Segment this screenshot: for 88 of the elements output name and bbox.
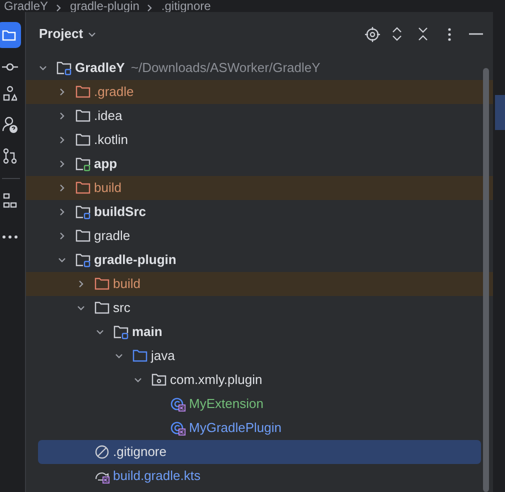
tree-row[interactable]: build (26, 176, 493, 200)
item-label: build (113, 275, 140, 294)
chevron-right-icon (147, 4, 154, 12)
item-label: gradle-plugin (94, 251, 176, 270)
tree-row[interactable]: MyExtension (26, 392, 493, 416)
chevron-right-icon[interactable] (57, 111, 67, 121)
people-question-icon[interactable] (2, 116, 18, 134)
chevron-right-icon[interactable] (57, 207, 67, 217)
tree-row[interactable]: main (26, 320, 493, 344)
source-folder-icon (132, 348, 148, 364)
structure-icon[interactable] (2, 193, 16, 209)
chevron-down-icon[interactable] (95, 327, 105, 337)
tree-row[interactable]: buildSrc (26, 200, 493, 224)
chevron-down-icon[interactable] (57, 255, 67, 265)
item-label: GradleY (75, 59, 125, 78)
chevron-down-icon[interactable] (76, 303, 86, 313)
item-label: MyExtension (189, 395, 264, 414)
tree-row[interactable]: MyGradlePlugin (26, 416, 493, 440)
item-label: com.xmly.plugin (170, 371, 262, 390)
tree-row[interactable]: .idea (26, 104, 493, 128)
item-label: .idea (94, 107, 122, 126)
ignore-file-icon (94, 444, 110, 460)
item-label: MyGradlePlugin (189, 419, 282, 438)
chevron-right-icon[interactable] (57, 159, 67, 169)
folder-icon (75, 228, 91, 244)
editor-marker (495, 95, 505, 130)
package-icon (151, 372, 167, 388)
module-folder-icon (113, 324, 129, 340)
shapes-icon[interactable] (2, 86, 16, 102)
chevron-down-icon[interactable] (133, 375, 143, 385)
folder-icon (94, 300, 110, 316)
tree-row[interactable]: .kotlin (26, 128, 493, 152)
locate-icon[interactable] (365, 26, 380, 42)
chevron-down-icon[interactable] (88, 32, 96, 36)
expand-all-icon[interactable] (392, 27, 402, 41)
folder-icon (75, 108, 91, 124)
module-folder-icon (75, 156, 91, 172)
tree-row[interactable]: build.gradle.kts (26, 464, 493, 488)
module-folder-icon (75, 204, 91, 220)
tree-row[interactable]: build (26, 272, 493, 296)
tree-row[interactable]: .gitignore (38, 440, 481, 464)
scrollbar[interactable] (483, 68, 489, 492)
panel-title[interactable]: Project (39, 24, 84, 44)
folder-icon (2, 29, 16, 41)
item-label: build (94, 179, 122, 198)
tree-row[interactable]: com.xmly.plugin (26, 368, 493, 392)
chevron-right-icon[interactable] (57, 87, 67, 97)
item-label: .kotlin (94, 131, 128, 150)
item-label: build.gradle.kts (113, 467, 200, 486)
item-label: java (151, 347, 175, 366)
tree-row[interactable]: gradle (26, 224, 493, 248)
item-label: .gitignore (113, 443, 166, 462)
folder-icon (75, 132, 91, 148)
commit-icon[interactable] (2, 62, 18, 72)
tree-row[interactable]: src (26, 296, 493, 320)
chevron-right-icon[interactable] (76, 279, 86, 289)
project-tool-button[interactable] (0, 22, 20, 48)
tree-row[interactable]: gradle-plugin (26, 248, 493, 272)
chevron-down-icon[interactable] (114, 351, 124, 361)
item-label: buildSrc (94, 203, 146, 222)
module-folder-icon (75, 252, 91, 268)
excluded-folder-icon (75, 180, 91, 196)
more-icon[interactable] (2, 235, 18, 239)
kotlin-class-icon (170, 396, 186, 412)
excluded-folder-icon (75, 84, 91, 100)
pull-request-icon[interactable] (2, 148, 16, 164)
options-icon[interactable] (448, 28, 451, 40)
item-label: main (132, 323, 162, 342)
chevron-right-icon[interactable] (57, 135, 67, 145)
chevron-right-icon (56, 4, 62, 12)
tree-row[interactable]: .gradle (26, 80, 493, 104)
chevron-down-icon[interactable] (38, 63, 48, 73)
collapse-all-icon[interactable] (418, 27, 428, 41)
kotlin-class-icon (170, 420, 186, 436)
item-label: .gradle (94, 83, 134, 102)
excluded-folder-icon (94, 276, 110, 292)
minimize-icon[interactable] (469, 33, 483, 35)
tree-row[interactable]: java (26, 344, 493, 368)
chevron-right-icon[interactable] (57, 183, 67, 193)
tree-row[interactable]: app (26, 152, 493, 176)
tree-row[interactable]: GradleY ~/Downloads/ASWorker/GradleY (26, 56, 493, 80)
chevron-right-icon[interactable] (57, 231, 67, 241)
item-label: app (94, 155, 118, 174)
project-path: ~/Downloads/ASWorker/GradleY (130, 59, 320, 78)
item-label: src (113, 299, 130, 318)
module-folder-icon (56, 60, 72, 76)
item-label: gradle (94, 227, 130, 246)
breadcrumb-item[interactable]: GradleY (4, 0, 48, 12)
